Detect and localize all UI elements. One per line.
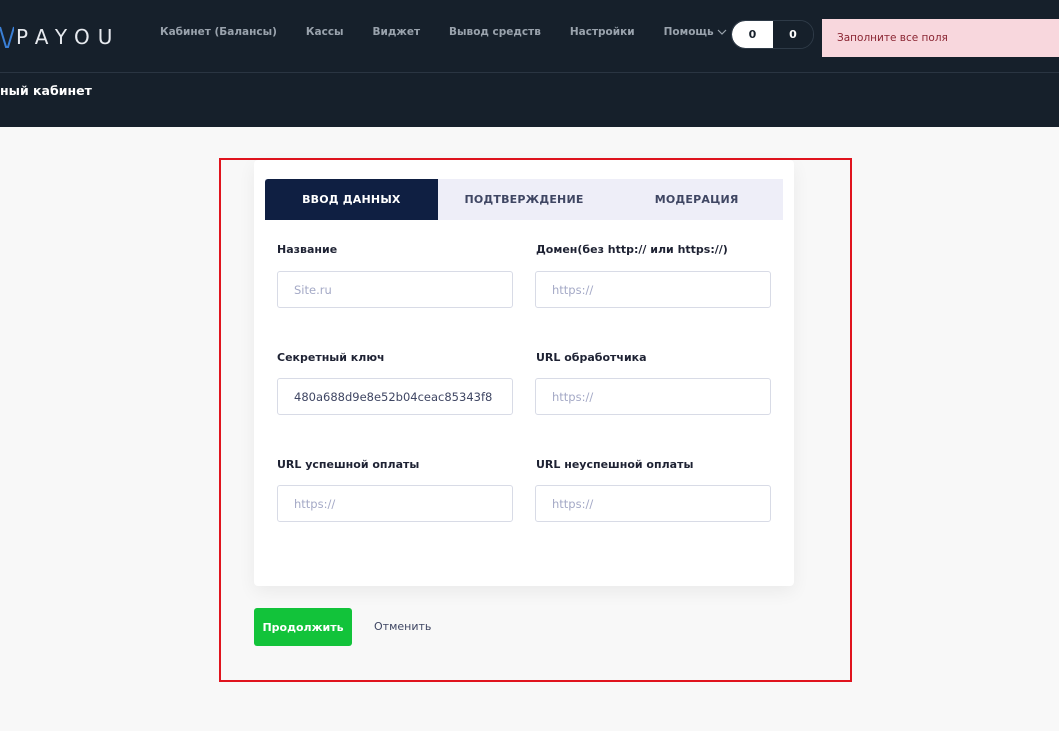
step-tabs: ВВОД ДАННЫХ ПОДТВЕРЖДЕНИЕ МОДЕРАЦИЯ (265, 179, 783, 220)
balance-value-2: 0 (773, 21, 813, 48)
logo-mark-icon (0, 26, 14, 48)
balance-value-1: 0 (732, 21, 773, 48)
nav-kassy[interactable]: Кассы (306, 26, 344, 38)
tab-moderation-label: МОДЕРАЦИЯ (654, 193, 739, 206)
handler-url-input[interactable] (535, 378, 771, 415)
domain-label: Домен(без http:// или https://) (536, 243, 728, 256)
tab-moderation[interactable]: МОДЕРАЦИЯ (610, 179, 783, 220)
logo-text: PAYOU (16, 25, 121, 49)
nav-help-label: Помощь (663, 26, 714, 38)
cancel-button[interactable]: Отменить (374, 620, 431, 633)
fail-url-label: URL неуспешной оплаты (536, 458, 694, 471)
handler-url-label: URL обработчика (536, 351, 647, 364)
header-divider (0, 72, 1059, 73)
domain-input[interactable] (535, 271, 771, 308)
chevron-down-icon (717, 29, 727, 35)
nav-kassy-label: Кассы (305, 26, 344, 38)
tab-confirmation-label: ПОДТВЕРЖДЕНИЕ (464, 193, 584, 206)
tab-confirmation[interactable]: ПОДТВЕРЖДЕНИЕ (438, 179, 611, 220)
success-url-label: URL успешной оплаты (277, 458, 420, 471)
nav-settings-label: Настройки (569, 26, 635, 38)
nav-help[interactable]: Помощь (664, 26, 727, 38)
balance-toggle[interactable]: 0 0 (731, 20, 814, 49)
nav-cabinet[interactable]: Кабинет (Балансы) (160, 26, 277, 38)
secret-key-label: Секретный ключ (277, 351, 385, 364)
logo[interactable]: PAYOU (0, 20, 120, 54)
tab-data-entry-label: ВВОД ДАННЫХ (302, 193, 401, 206)
error-alert: Заполните все поля (822, 19, 1059, 57)
name-label: Название (277, 243, 338, 256)
nav-withdraw[interactable]: Вывод средств (449, 26, 541, 38)
top-header: PAYOU Кабинет (Балансы) Кассы Виджет Выв… (0, 0, 1059, 127)
nav-settings[interactable]: Настройки (570, 26, 635, 38)
main-nav: Кабинет (Балансы) Кассы Виджет Вывод сре… (160, 26, 756, 38)
form-card: ВВОД ДАННЫХ ПОДТВЕРЖДЕНИЕ МОДЕРАЦИЯ Назв… (254, 160, 794, 586)
nav-widget[interactable]: Виджет (373, 26, 421, 38)
nav-withdraw-label: Вывод средств (449, 26, 541, 38)
continue-button[interactable]: Продолжить (254, 608, 352, 646)
fail-url-input[interactable] (535, 485, 771, 522)
page-title: ный кабинет (0, 83, 92, 98)
error-alert-text: Заполните все поля (837, 32, 948, 44)
success-url-input[interactable] (277, 485, 513, 522)
nav-widget-label: Виджет (372, 26, 421, 38)
nav-cabinet-label: Кабинет (Балансы) (160, 26, 277, 38)
secret-key-input[interactable] (277, 378, 513, 415)
name-input[interactable] (277, 271, 513, 308)
tab-data-entry[interactable]: ВВОД ДАННЫХ (265, 179, 438, 220)
